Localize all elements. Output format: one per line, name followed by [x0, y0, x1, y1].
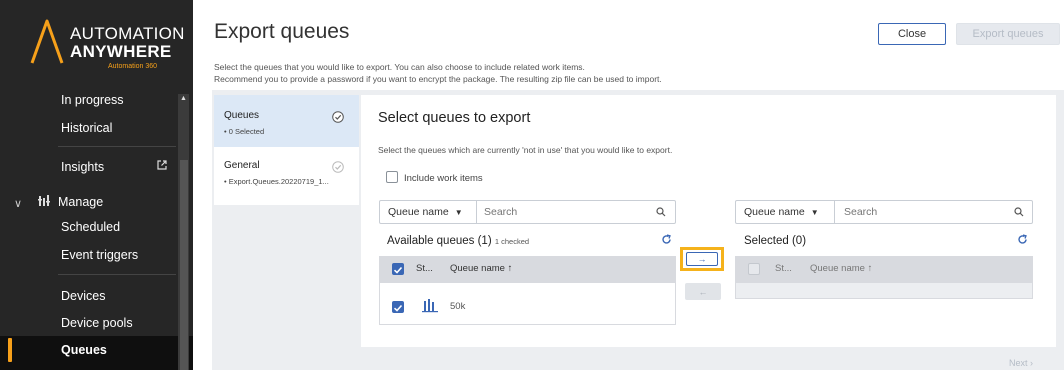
selected-queues-label: Selected — [744, 235, 789, 247]
selected-filter-select[interactable]: Queue name ▼ — [736, 201, 835, 223]
sidebar-divider — [58, 146, 176, 147]
sidebar-item-historical[interactable]: Historical — [61, 121, 112, 135]
sidebar-item-queues[interactable]: Queues — [61, 343, 107, 357]
selected-table-header: St... Queue name ↑ — [735, 256, 1033, 282]
chevron-down-icon[interactable]: ∨ — [14, 197, 22, 210]
available-queues-count: (1) — [477, 235, 492, 247]
panel-description: Select the queues which are currently 'n… — [378, 145, 673, 155]
available-table-header: St... Queue name ↑ — [379, 256, 676, 282]
sidebar-item-scheduled[interactable]: Scheduled — [61, 220, 120, 234]
logo-text-version: Automation 360 — [108, 63, 158, 70]
available-queues-label: Available queues — [387, 235, 475, 247]
sidebar-item-devices[interactable]: Devices — [61, 289, 105, 303]
selected-search-input[interactable] — [844, 201, 1004, 223]
bars-icon — [38, 195, 50, 206]
logo-text-automation: AUTOMATION — [70, 24, 185, 43]
panel-title: Select queues to export — [378, 110, 531, 126]
table-row[interactable]: 50k — [380, 283, 675, 324]
check-circle-icon — [332, 161, 344, 173]
available-search-input[interactable] — [484, 201, 644, 223]
selected-table-body — [735, 282, 1033, 299]
move-right-button[interactable]: → — [686, 252, 718, 266]
sidebar-item-manage[interactable]: Manage — [58, 195, 103, 209]
selected-filter-label: Queue name — [744, 206, 805, 218]
col-status[interactable]: St... — [775, 263, 792, 274]
next-button[interactable]: Next › — [1009, 358, 1033, 368]
caret-down-icon: ▼ — [810, 207, 819, 217]
step-queues-sub: • 0 Selected — [224, 127, 265, 136]
main-area: Export queues Select the queues that you… — [193, 0, 1064, 370]
selected-select-all-checkbox[interactable] — [748, 263, 760, 275]
available-checked-note: 1 checked — [494, 237, 530, 246]
select-all-checkbox[interactable] — [392, 263, 404, 275]
move-left-button[interactable]: ← — [685, 283, 721, 300]
logo: AUTOMATION ANYWHERE Automation 360 — [0, 0, 193, 84]
scroll-up-icon[interactable]: ▲ — [180, 95, 187, 102]
available-search-box: Queue name ▼ — [379, 200, 676, 224]
refresh-icon[interactable] — [661, 234, 672, 245]
wizard-footer — [212, 347, 1064, 370]
step-general-title[interactable]: General — [224, 160, 260, 171]
selected-search-box: Queue name ▼ — [735, 200, 1033, 224]
include-work-items-label: Include work items — [404, 173, 483, 184]
available-filter-label: Queue name — [388, 206, 449, 218]
external-link-icon — [157, 160, 167, 170]
col-queue-name[interactable]: Queue name ↑ — [810, 263, 872, 274]
sidebar-item-event-triggers[interactable]: Event triggers — [61, 248, 138, 262]
selected-queues-count: (0) — [791, 235, 807, 247]
caret-down-icon: ▼ — [454, 207, 463, 217]
check-circle-icon — [332, 111, 344, 123]
sidebar-divider — [58, 274, 176, 275]
page-description-line1: Select the queues that you would like to… — [214, 62, 585, 72]
sidebar-item-insights[interactable]: Insights — [61, 160, 104, 174]
include-work-items-checkbox[interactable] — [386, 171, 398, 183]
sidebar-item-in-progress[interactable]: In progress — [61, 93, 124, 107]
logo-mark-icon — [30, 19, 64, 64]
col-status[interactable]: St... — [416, 263, 433, 274]
available-queues-title: Available queues (1) 1 checked — [387, 235, 529, 247]
selected-queues-title: Selected (0) — [744, 235, 806, 247]
export-queues-button[interactable]: Export queues — [956, 23, 1060, 45]
available-table-body: 50k — [379, 282, 676, 325]
available-filter-select[interactable]: Queue name ▼ — [380, 201, 477, 223]
col-queue-name[interactable]: Queue name ↑ — [450, 263, 512, 274]
queue-name-cell: 50k — [450, 301, 466, 312]
checkmark-icon — [393, 266, 403, 274]
refresh-icon[interactable] — [1017, 234, 1028, 245]
step-queues-title: Queues — [224, 110, 260, 121]
close-button[interactable]: Close — [878, 23, 946, 45]
sidebar: AUTOMATION ANYWHERE Automation 360 In pr… — [0, 0, 193, 370]
queue-status-icon — [422, 299, 438, 313]
sidebar-item-device-pools[interactable]: Device pools — [61, 316, 133, 330]
step-general-sub: • Export.Queues.20220719_1... — [224, 177, 329, 186]
active-indicator — [8, 338, 12, 362]
checkmark-icon — [393, 304, 403, 312]
page-description-line2: Recommend you to provide a password if y… — [214, 74, 662, 84]
page-title: Export queues — [214, 20, 350, 43]
sidebar-scrollbar-thumb[interactable] — [180, 160, 188, 370]
search-icon[interactable] — [1014, 207, 1024, 217]
move-right-highlight: → — [680, 247, 724, 271]
row-checkbox[interactable] — [392, 301, 404, 313]
logo-text-anywhere: ANYWHERE — [70, 42, 172, 61]
search-icon[interactable] — [656, 207, 666, 217]
